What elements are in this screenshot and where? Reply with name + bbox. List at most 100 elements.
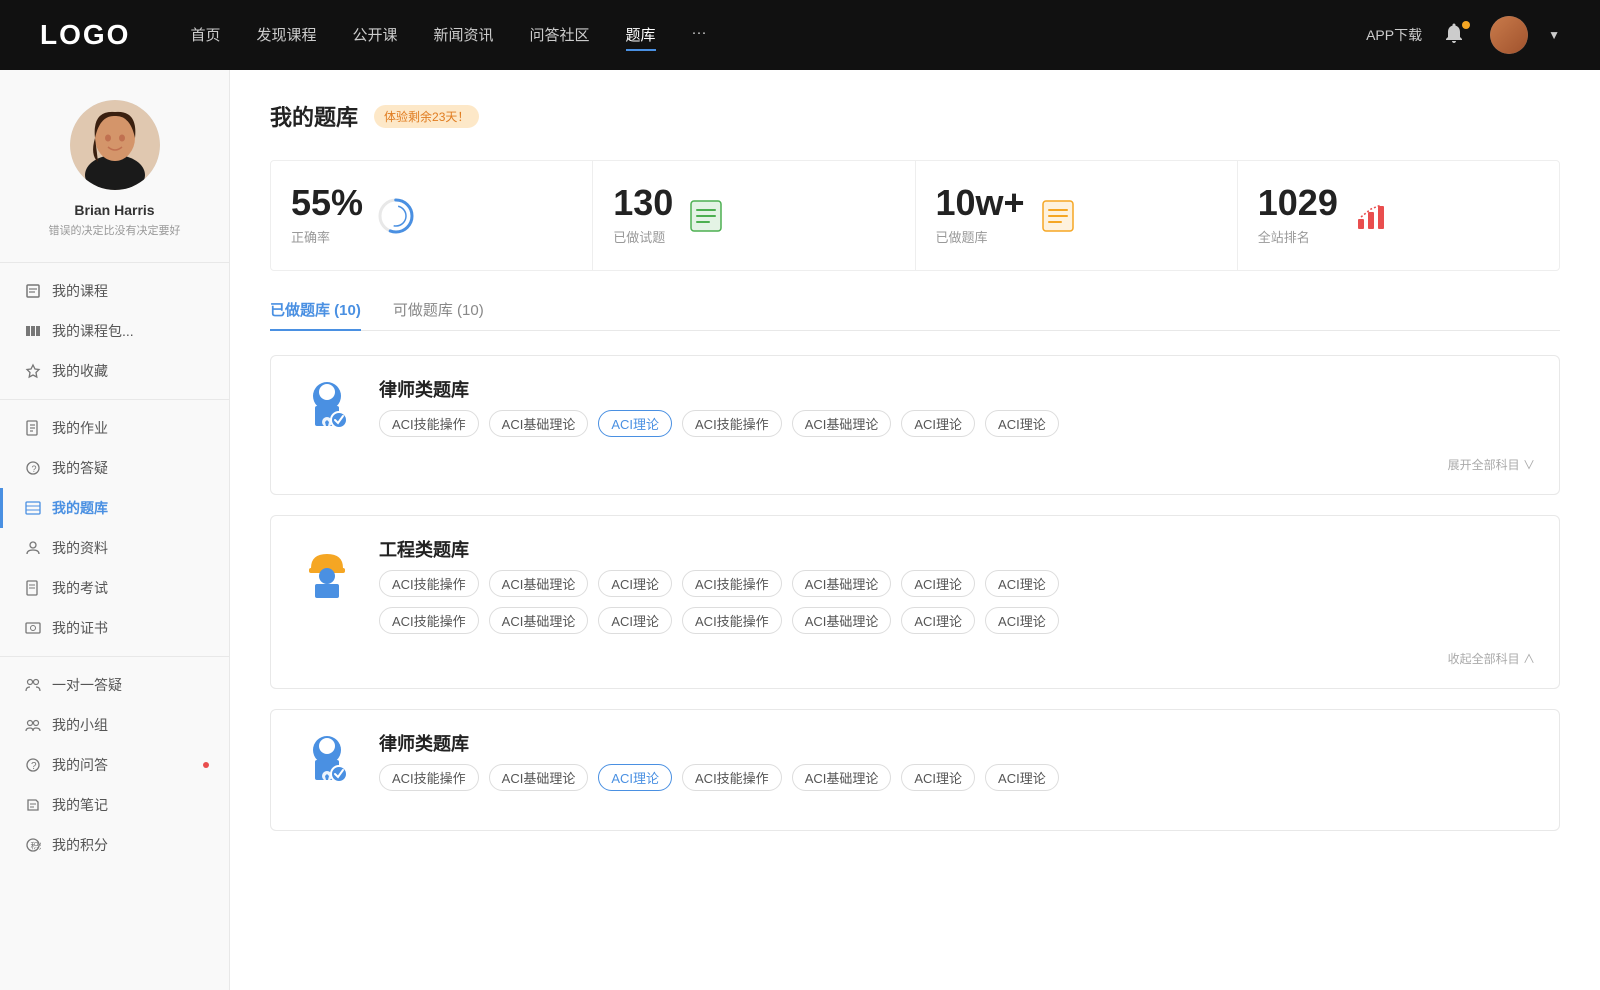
sidebar-item-group[interactable]: 我的小组: [0, 705, 229, 745]
nav-more[interactable]: ···: [692, 20, 707, 51]
one-on-one-icon: [24, 676, 42, 694]
ranking-value: 1029: [1258, 185, 1338, 221]
done-questions-value: 130: [613, 185, 673, 221]
sidebar-item-homework[interactable]: 我的作业: [0, 408, 229, 448]
tag-item[interactable]: ACI理论: [985, 764, 1059, 791]
tag-item[interactable]: ACI理论: [901, 764, 975, 791]
sidebar-profile: Brian Harris 错误的决定比没有决定要好: [0, 100, 229, 238]
main-layout: Brian Harris 错误的决定比没有决定要好 我的课程 我的课程包...: [0, 70, 1600, 990]
qbank-section-lawyer-2: 律师类题库 ACI技能操作 ACI基础理论 ACI理论 ACI技能操作 ACI基…: [270, 709, 1560, 831]
sidebar-item-qa[interactable]: ? 我的答疑: [0, 448, 229, 488]
profile-motto: 错误的决定比没有决定要好: [49, 222, 181, 238]
sidebar-label: 我的资料: [52, 538, 108, 558]
sidebar-item-course-package[interactable]: 我的课程包...: [0, 311, 229, 351]
tag-item[interactable]: ACI技能操作: [682, 607, 782, 634]
sidebar-label: 一对一答疑: [52, 675, 122, 695]
sidebar-item-my-qa[interactable]: ? 我的问答: [0, 745, 229, 785]
done-questions-label: 已做试题: [613, 227, 673, 246]
accuracy-label: 正确率: [291, 227, 363, 246]
tag-item[interactable]: ACI基础理论: [792, 607, 892, 634]
sidebar-label: 我的小组: [52, 715, 108, 735]
certificate-icon: [24, 619, 42, 637]
qbank-tags: ACI技能操作 ACI基础理论 ACI理论 ACI技能操作 ACI基础理论 AC…: [379, 764, 1059, 791]
user-avatar[interactable]: [1490, 16, 1528, 54]
qbank-header: 律师类题库 ACI技能操作 ACI基础理论 ACI理论 ACI技能操作 ACI基…: [295, 730, 1535, 794]
sidebar-label: 我的作业: [52, 418, 108, 438]
nav-home[interactable]: 首页: [190, 20, 220, 51]
tag-item[interactable]: ACI基础理论: [489, 570, 589, 597]
nav-open-course[interactable]: 公开课: [352, 20, 397, 51]
tag-item[interactable]: ACI基础理论: [792, 570, 892, 597]
tab-done-banks[interactable]: 已做题库 (10): [270, 299, 361, 330]
stat-done-questions: 130 已做试题: [593, 161, 915, 270]
tag-item[interactable]: ACI基础理论: [489, 410, 589, 437]
sidebar-label: 我的笔记: [52, 795, 108, 815]
qbank-tags-row1: ACI技能操作 ACI基础理论 ACI理论 ACI技能操作 ACI基础理论 AC…: [379, 570, 1535, 597]
tag-item-active[interactable]: ACI理论: [598, 764, 672, 791]
group-icon: [24, 716, 42, 734]
notification-bell[interactable]: [1442, 21, 1470, 49]
tag-item[interactable]: ACI技能操作: [379, 570, 479, 597]
nav-discover[interactable]: 发现课程: [256, 20, 316, 51]
tag-item[interactable]: ACI理论: [901, 410, 975, 437]
sidebar-item-one-on-one[interactable]: 一对一答疑: [0, 665, 229, 705]
tag-item[interactable]: ACI技能操作: [379, 410, 479, 437]
tab-bar: 已做题库 (10) 可做题库 (10): [270, 299, 1560, 331]
tag-item[interactable]: ACI理论: [985, 570, 1059, 597]
tag-item[interactable]: ACI技能操作: [682, 570, 782, 597]
sidebar-label: 我的问答: [52, 755, 108, 775]
tag-item[interactable]: ACI技能操作: [379, 764, 479, 791]
chart-icon: [1352, 197, 1390, 235]
page-title: 我的题库: [270, 100, 358, 132]
page-header: 我的题库 体验剩余23天！: [270, 100, 1560, 132]
tag-item[interactable]: ACI理论: [598, 570, 672, 597]
tag-item[interactable]: ACI理论: [901, 570, 975, 597]
nav-qa[interactable]: 问答社区: [530, 20, 590, 51]
svg-text:?: ?: [31, 761, 37, 772]
expand-link[interactable]: 展开全部科目 ∨: [1448, 458, 1535, 472]
tag-item[interactable]: ACI技能操作: [682, 764, 782, 791]
profile-icon: [24, 539, 42, 557]
tag-item[interactable]: ACI技能操作: [682, 410, 782, 437]
collapse-link[interactable]: 收起全部科目 ∧: [1448, 652, 1535, 666]
logo[interactable]: LOGO: [40, 19, 130, 51]
tag-item[interactable]: ACI基础理论: [792, 410, 892, 437]
user-menu-chevron[interactable]: ▼: [1548, 28, 1560, 42]
sidebar-item-notes[interactable]: 我的笔记: [0, 785, 229, 825]
sidebar-item-profile[interactable]: 我的资料: [0, 528, 229, 568]
sidebar-item-qbank[interactable]: 我的题库: [0, 488, 229, 528]
sidebar-label: 我的积分: [52, 835, 108, 855]
nav-news[interactable]: 新闻资讯: [434, 20, 494, 51]
nav-right: APP下载 ▼: [1366, 16, 1560, 54]
stat-done-banks: 10w+ 已做题库: [916, 161, 1238, 270]
qbank-section-engineer: 工程类题库 ACI技能操作 ACI基础理论 ACI理论 ACI技能操作 ACI基…: [270, 515, 1560, 689]
sidebar-label: 我的题库: [52, 498, 108, 518]
sidebar-item-collection[interactable]: 我的收藏: [0, 351, 229, 391]
list-icon: [687, 197, 725, 235]
tag-item[interactable]: ACI基础理论: [792, 764, 892, 791]
top-navigation: LOGO 首页 发现课程 公开课 新闻资讯 问答社区 题库 ··· APP下载 …: [0, 0, 1600, 70]
my-course-icon: [24, 282, 42, 300]
engineer-icon: [295, 536, 359, 600]
sidebar-item-my-course[interactable]: 我的课程: [0, 271, 229, 311]
tag-item[interactable]: ACI理论: [901, 607, 975, 634]
nav-qbank[interactable]: 题库: [626, 20, 656, 51]
qbank-footer: 收起全部科目 ∧: [295, 650, 1535, 668]
tag-item[interactable]: ACI技能操作: [379, 607, 479, 634]
tag-item[interactable]: ACI基础理论: [489, 764, 589, 791]
tag-item-active[interactable]: ACI理论: [598, 410, 672, 437]
sidebar-item-points[interactable]: 积分 我的积分: [0, 825, 229, 865]
sidebar-item-certificate[interactable]: 我的证书: [0, 608, 229, 648]
sidebar-label: 我的收藏: [52, 361, 108, 381]
tag-item[interactable]: ACI基础理论: [489, 607, 589, 634]
course-package-icon: [24, 322, 42, 340]
tag-item[interactable]: ACI理论: [598, 607, 672, 634]
sidebar-divider-2: [0, 656, 229, 657]
tab-available-banks[interactable]: 可做题库 (10): [393, 299, 484, 330]
collection-icon: [24, 362, 42, 380]
app-download-button[interactable]: APP下载: [1366, 25, 1422, 45]
tag-item[interactable]: ACI理论: [985, 607, 1059, 634]
tag-item[interactable]: ACI理论: [985, 410, 1059, 437]
sidebar-item-exam[interactable]: 我的考试: [0, 568, 229, 608]
accuracy-value: 55%: [291, 185, 363, 221]
